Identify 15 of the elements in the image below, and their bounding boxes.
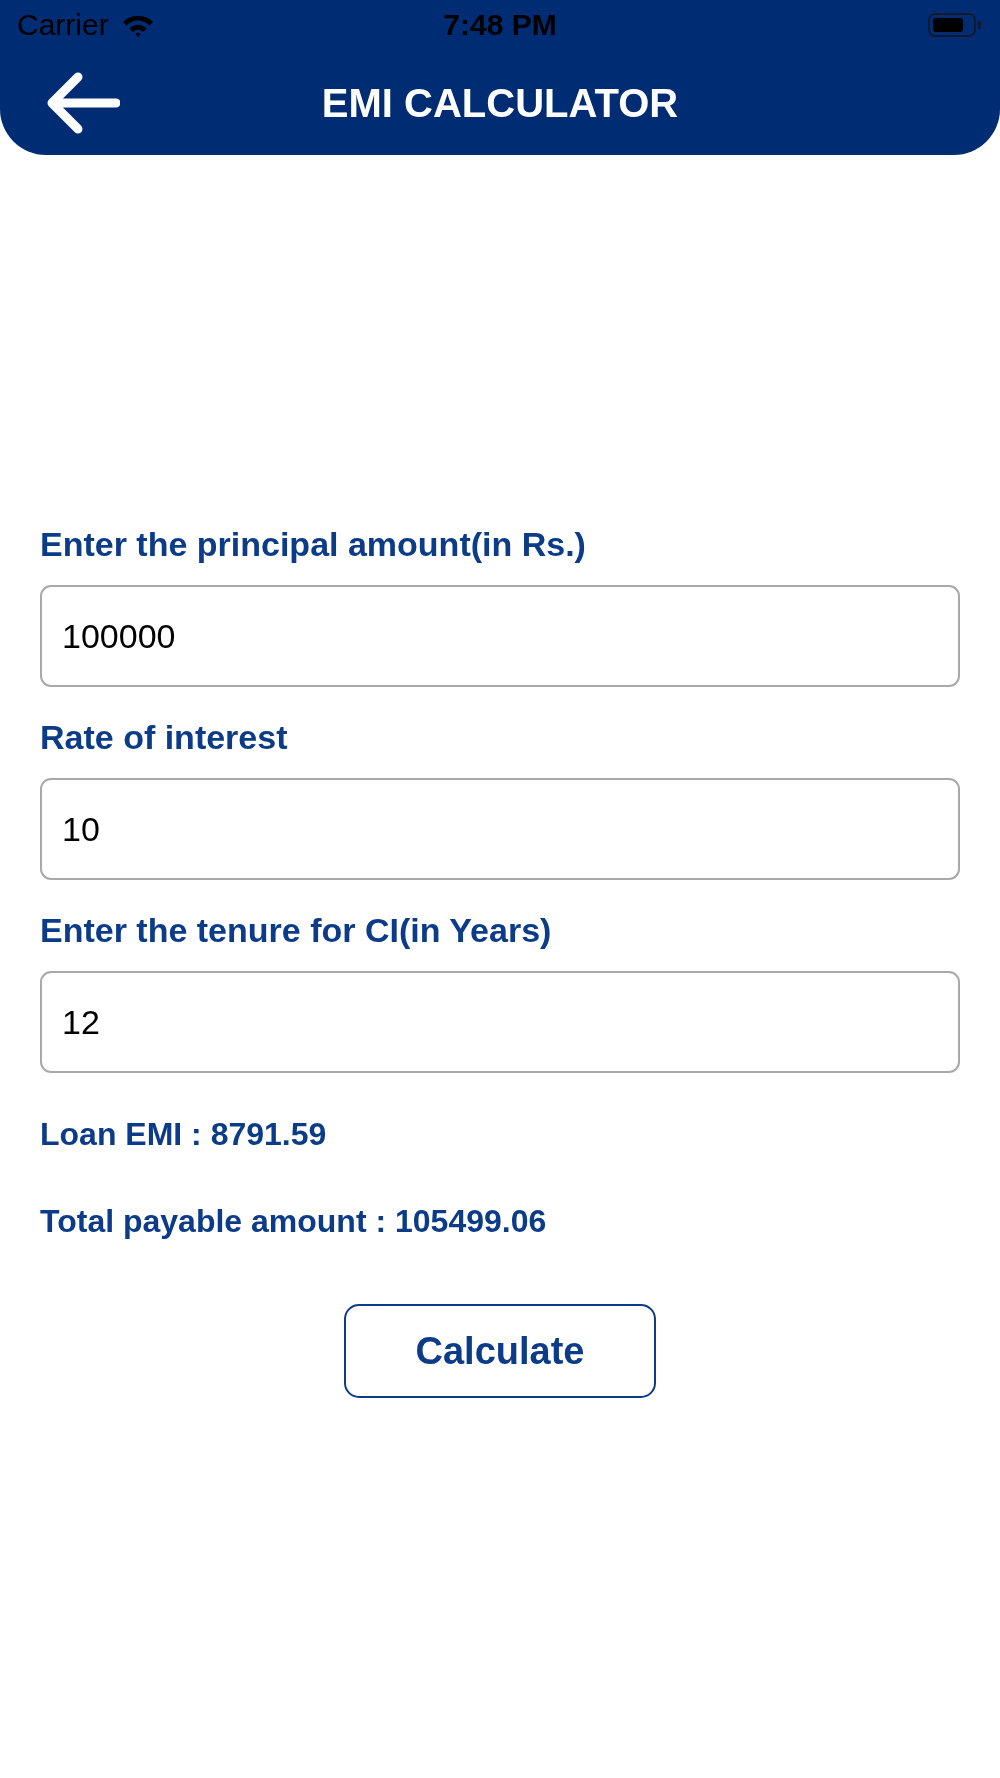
field-label: Enter the principal amount(in Rs.) — [40, 524, 586, 564]
back-button[interactable] — [46, 70, 120, 135]
calculate-button[interactable]: Calculate — [344, 1304, 656, 1398]
carrier-text: Carrier — [17, 8, 109, 42]
input-field[interactable]: 12 — [40, 971, 960, 1073]
input-field[interactable]: 100000 — [40, 585, 960, 687]
field-label: Enter the tenure for CI(in Years) — [40, 910, 552, 950]
result-text: Total payable amount : 105499.06 — [40, 1202, 547, 1241]
field-label: Rate of interest — [40, 717, 288, 757]
screen-title: EMI CALCULATOR — [321, 79, 679, 127]
input-field[interactable]: 10 — [40, 778, 960, 880]
back-arrow-icon — [46, 70, 120, 135]
result-text: Loan EMI : 8791.59 — [40, 1115, 327, 1154]
status-time: 7:48 PM — [443, 8, 557, 42]
battery-icon — [928, 13, 982, 37]
